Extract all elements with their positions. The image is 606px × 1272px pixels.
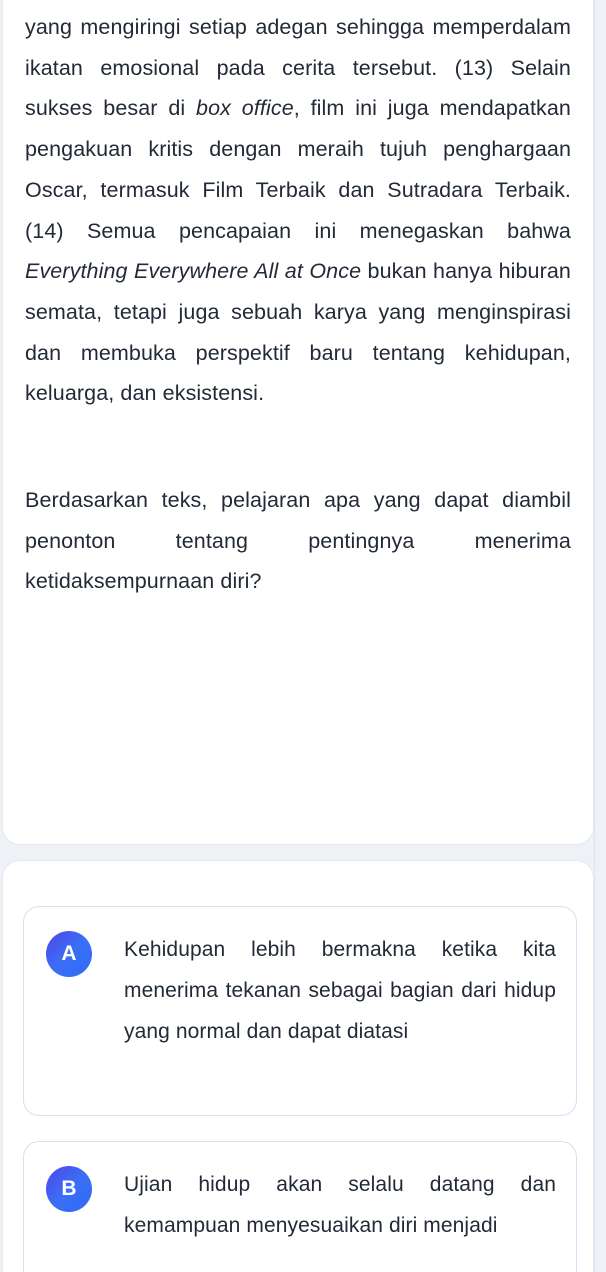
question-block: Berdasarkan teks, pelajaran apa yang dap…: [25, 480, 571, 602]
scroll-viewport[interactable]: yang mengiringi setiap adegan sehingga m…: [0, 0, 606, 1272]
option-b[interactable]: B Ujian hidup akan selalu datang dan kem…: [23, 1141, 577, 1272]
passage-paragraph: yang mengiringi setiap adegan sehingga m…: [25, 15, 571, 406]
option-a-text-wrap: Kehidupan lebih bermakna ketika kita men…: [124, 929, 556, 1052]
answer-options-card: A Kehidupan lebih bermakna ketika kita m…: [2, 860, 594, 1272]
option-b-text-wrap: Ujian hidup akan selalu datang dan kemam…: [124, 1164, 556, 1246]
question-screen: yang mengiringi setiap adegan sehingga m…: [0, 0, 606, 1272]
passage-question-card: yang mengiringi setiap adegan sehingga m…: [2, 0, 594, 845]
option-a-badge: A: [46, 931, 92, 977]
passage-body: yang mengiringi setiap adegan sehingga m…: [25, 0, 571, 602]
panel-right-edge: [594, 0, 595, 1272]
option-a-label: Kehidupan lebih bermakna ketika kita men…: [124, 938, 556, 1043]
option-a[interactable]: A Kehidupan lebih bermakna ketika kita m…: [23, 906, 577, 1116]
option-b-label: Ujian hidup akan selalu datang dan kemam…: [124, 1173, 556, 1237]
question-prompt: Berdasarkan teks, pelajaran apa yang dap…: [25, 488, 571, 594]
option-b-badge: B: [46, 1166, 92, 1212]
